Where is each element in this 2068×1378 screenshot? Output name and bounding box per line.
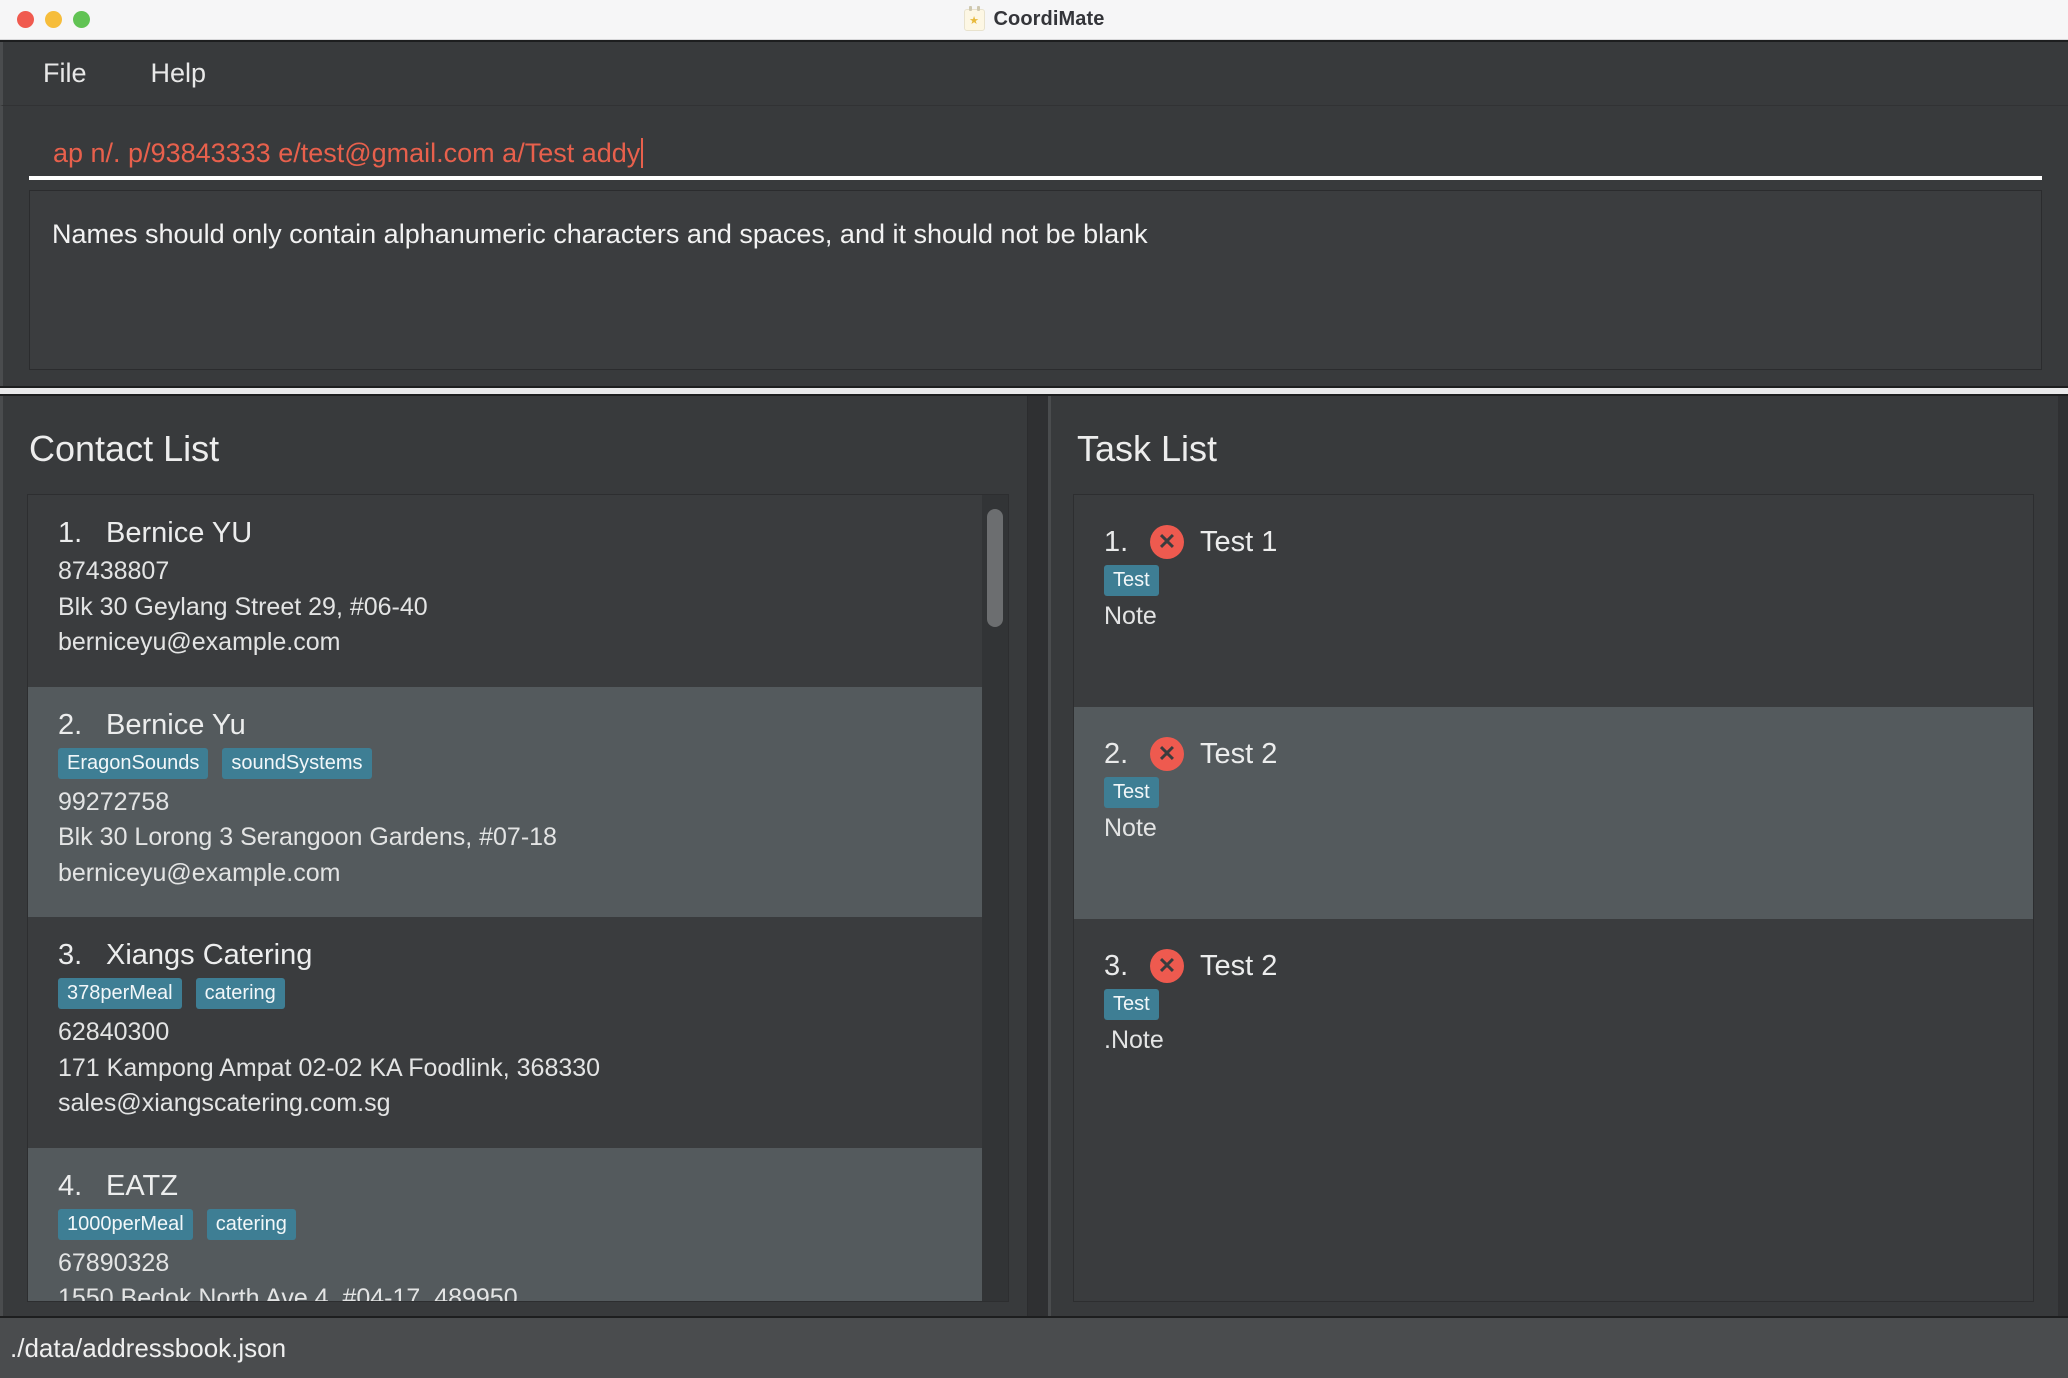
contact-list-scrollbar[interactable]: [982, 495, 1008, 1301]
contact-name: Bernice Yu: [106, 709, 246, 742]
task-tag: Test: [1104, 565, 1159, 596]
contact-name: Xiangs Catering: [106, 939, 312, 972]
contact-address: Blk 30 Geylang Street 29, #06-40: [58, 590, 982, 626]
task-note: Note: [1104, 602, 2007, 631]
calendar-star-icon: ★: [964, 9, 985, 31]
contact-list-item[interactable]: 3. Xiangs Catering 378perMeal catering 6…: [28, 917, 1008, 1148]
contact-address: Blk 30 Lorong 3 Serangoon Gardens, #07-1…: [58, 820, 982, 856]
contact-header: 3. Xiangs Catering: [58, 939, 982, 972]
task-note: .Note: [1104, 1026, 2007, 1055]
status-bar-path: ./data/addressbook.json: [10, 1333, 286, 1364]
status-not-done-icon[interactable]: ✕: [1150, 949, 1184, 983]
contact-tag: soundSystems: [222, 748, 371, 779]
status-bar: ./data/addressbook.json: [0, 1316, 2068, 1378]
contact-email: berniceyu@example.com: [58, 856, 982, 892]
task-index: 1.: [1104, 526, 1134, 559]
task-header: 2. ✕ Test 2: [1104, 737, 2007, 771]
contact-phone: 99272758: [58, 785, 982, 821]
contact-name: EATZ: [106, 1170, 178, 1203]
task-tags: Test: [1104, 989, 2007, 1020]
window-traffic-lights: [0, 11, 90, 28]
task-index: 3.: [1104, 950, 1134, 983]
task-list-panel: Task List 1. ✕ Test 1 Test Note 2.: [1048, 396, 2058, 1316]
pane-divider: [1028, 396, 1048, 1316]
scrollbar-thumb[interactable]: [987, 509, 1003, 627]
result-message: Names should only contain alphanumeric c…: [52, 219, 2019, 250]
result-display: Names should only contain alphanumeric c…: [29, 190, 2042, 370]
menu-bar: File Help: [0, 42, 2068, 106]
contact-header: 4. EATZ: [58, 1170, 982, 1203]
contact-email: berniceyu@example.com: [58, 625, 982, 661]
contact-tag: catering: [196, 978, 285, 1009]
contact-phone: 87438807: [58, 554, 982, 590]
text-caret: [641, 138, 643, 168]
horizontal-split-divider[interactable]: [0, 386, 2068, 396]
contact-phone: 67890328: [58, 1246, 982, 1282]
task-tag: Test: [1104, 989, 1159, 1020]
task-tags: Test: [1104, 565, 2007, 596]
task-list-title: Task List: [1051, 396, 2058, 494]
application-window: File Help ap n/. p/93843333 e/test@gmail…: [0, 40, 2068, 1378]
command-input-text: ap n/. p/93843333 e/test@gmail.com a/Tes…: [53, 138, 640, 169]
contact-list-item[interactable]: 4. EATZ 1000perMeal catering 67890328 15…: [28, 1148, 1008, 1303]
task-list-item[interactable]: 1. ✕ Test 1 Test Note: [1074, 495, 2033, 707]
contact-address: 1550 Bedok North Ave 4, #04-17, 489950: [58, 1281, 982, 1302]
contact-list-area[interactable]: 1. Bernice YU 87438807 Blk 30 Geylang St…: [27, 494, 1009, 1302]
window-title: CoordiMate: [994, 8, 1105, 31]
star-glyph: ★: [969, 16, 979, 27]
command-box-container: ap n/. p/93843333 e/test@gmail.com a/Tes…: [0, 106, 2068, 180]
contact-tags: 1000perMeal catering: [58, 1209, 982, 1240]
task-tag: Test: [1104, 777, 1159, 808]
contact-phone: 62840300: [58, 1015, 982, 1051]
task-note: Note: [1104, 814, 2007, 843]
task-list-item[interactable]: 3. ✕ Test 2 Test .Note: [1074, 919, 2033, 1131]
contact-index: 2.: [58, 709, 88, 742]
status-not-done-icon[interactable]: ✕: [1150, 525, 1184, 559]
result-display-container: Names should only contain alphanumeric c…: [0, 180, 2068, 386]
contact-header: 2. Bernice Yu: [58, 709, 982, 742]
contact-email: sales@xiangscatering.com.sg: [58, 1086, 982, 1122]
window-title-group: ★ CoordiMate: [0, 8, 2068, 31]
contact-name: Bernice YU: [106, 517, 252, 550]
contact-list-panel: Contact List 1. Bernice YU 87438807 Blk …: [0, 396, 1028, 1316]
contact-tag: catering: [207, 1209, 296, 1240]
task-list-area[interactable]: 1. ✕ Test 1 Test Note 2. ✕ Test 2: [1073, 494, 2034, 1302]
contact-index: 3.: [58, 939, 88, 972]
contact-list-item[interactable]: 1. Bernice YU 87438807 Blk 30 Geylang St…: [28, 495, 1008, 687]
contact-index: 4.: [58, 1170, 88, 1203]
close-window-button[interactable]: [17, 11, 34, 28]
maximize-window-button[interactable]: [73, 11, 90, 28]
task-title: Test 1: [1200, 526, 1277, 559]
menu-item-help[interactable]: Help: [137, 54, 221, 93]
task-title: Test 2: [1200, 950, 1277, 983]
contact-tags: 378perMeal catering: [58, 978, 982, 1009]
task-list-item[interactable]: 2. ✕ Test 2 Test Note: [1074, 707, 2033, 919]
contact-address: 171 Kampong Ampat 02-02 KA Foodlink, 368…: [58, 1051, 982, 1087]
contact-list-item[interactable]: 2. Bernice Yu EragonSounds soundSystems …: [28, 687, 1008, 918]
contact-index: 1.: [58, 517, 88, 550]
task-title: Test 2: [1200, 738, 1277, 771]
contact-header: 1. Bernice YU: [58, 517, 982, 550]
command-input[interactable]: ap n/. p/93843333 e/test@gmail.com a/Tes…: [29, 130, 2042, 180]
window-titlebar: ★ CoordiMate: [0, 0, 2068, 40]
task-header: 1. ✕ Test 1: [1104, 525, 2007, 559]
menu-item-file[interactable]: File: [29, 54, 101, 93]
task-header: 3. ✕ Test 2: [1104, 949, 2007, 983]
main-panes: Contact List 1. Bernice YU 87438807 Blk …: [0, 396, 2068, 1316]
contact-tags: EragonSounds soundSystems: [58, 748, 982, 779]
status-not-done-icon[interactable]: ✕: [1150, 737, 1184, 771]
contact-tag: 1000perMeal: [58, 1209, 193, 1240]
minimize-window-button[interactable]: [45, 11, 62, 28]
contact-tag: 378perMeal: [58, 978, 182, 1009]
contact-tag: EragonSounds: [58, 748, 208, 779]
contact-list-title: Contact List: [3, 396, 1027, 494]
task-index: 2.: [1104, 738, 1134, 771]
task-tags: Test: [1104, 777, 2007, 808]
